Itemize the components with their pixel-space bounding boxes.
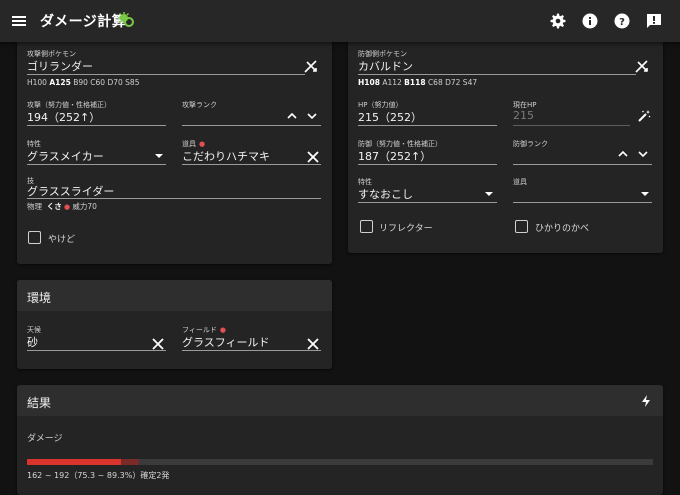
defender-stat-a: A112 — [382, 78, 402, 87]
app-bar: ダメージ計算 ? — [0, 0, 680, 42]
rank-down-icon[interactable] — [636, 147, 650, 161]
dropdown-arrow-icon[interactable] — [482, 187, 496, 201]
defender-ability-select[interactable]: すなおこし — [358, 186, 413, 202]
defender-stat-rest: C68 D72 S47 — [427, 78, 478, 87]
attacker-stat-rest: B90 C60 D70 S85 — [73, 78, 140, 87]
environment-header — [17, 280, 332, 311]
rank-up-icon[interactable] — [616, 147, 630, 161]
dropdown-arrow-icon[interactable] — [638, 187, 652, 201]
light-screen-checkbox[interactable] — [515, 220, 528, 233]
attack-stat-underline — [27, 125, 166, 126]
burn-checkbox[interactable] — [28, 231, 41, 244]
result-header — [17, 385, 663, 416]
environment-title: 環境 — [27, 291, 52, 305]
current-hp-input[interactable]: 215 — [513, 109, 534, 122]
move-info: 物理 くさ ● 威力70 — [27, 202, 97, 211]
defender-item-underline — [513, 202, 652, 203]
svg-text:?: ? — [619, 17, 625, 28]
defender-base-stats: H108 A112 B118 C68 D72 S47 — [358, 78, 477, 87]
damage-label: ダメージ — [27, 434, 63, 444]
defense-stat-input[interactable]: 187（252↑） — [358, 148, 431, 164]
defender-ability-underline — [358, 202, 497, 203]
move-power: 威力70 — [72, 202, 97, 211]
dropdown-arrow-icon[interactable] — [152, 149, 166, 163]
hp-underline — [358, 125, 497, 126]
attacker-stat-h: H100 — [27, 78, 47, 87]
damage-bar-min — [27, 459, 122, 465]
weather-input[interactable]: 砂 — [27, 334, 38, 350]
move-type: くさ — [46, 202, 62, 211]
defender-pokemon-underline — [358, 74, 636, 75]
bolt-icon[interactable] — [639, 394, 653, 408]
info-icon[interactable] — [581, 12, 599, 30]
rank-down-icon[interactable] — [305, 109, 319, 123]
hp-input[interactable]: 215（252） — [358, 109, 422, 125]
clear-weather-icon[interactable] — [151, 337, 165, 351]
clear-item-icon[interactable] — [306, 150, 320, 164]
clear-field-icon[interactable] — [306, 337, 320, 351]
defender-stat-b: B118 — [404, 78, 426, 87]
defense-rank-label: 防御ランク — [513, 140, 548, 148]
attacker-base-stats: H100 A125 B90 C60 D70 S85 — [27, 78, 139, 87]
settings-icon[interactable] — [549, 12, 567, 30]
help-icon[interactable]: ? — [613, 12, 631, 30]
defender-card: 防御側ポケモン カバルドン H108 A112 B118 C68 D72 S47… — [348, 36, 663, 253]
reflect-checkbox[interactable] — [360, 220, 373, 233]
light-screen-label: ひかりのかべ — [535, 224, 590, 234]
reflect-label: リフレクター — [379, 224, 433, 234]
attacker-pokemon-underline — [27, 74, 305, 75]
logo-icon — [117, 11, 135, 29]
defender-pokemon-input[interactable]: カバルドン — [358, 58, 413, 74]
result-card: 結果 ダメージ 162 ~ 192（75.3 ~ 89.3%）確定2発 — [17, 385, 663, 495]
current-hp-underline — [513, 125, 630, 126]
move-input[interactable]: グラススライダー — [27, 183, 114, 199]
environment-card: 環境 天候 砂 フィールド ● グラスフィールド — [17, 280, 332, 369]
attacker-ability-underline — [27, 164, 166, 165]
attack-rank-label: 攻撃ランク — [182, 101, 217, 109]
damage-bar — [27, 459, 653, 465]
field-input[interactable]: グラスフィールド — [182, 334, 270, 350]
menu-icon[interactable] — [10, 12, 28, 30]
swap-icon[interactable] — [304, 60, 318, 74]
attacker-stat-a: A125 — [49, 78, 71, 87]
burn-label: やけど — [48, 235, 76, 245]
damage-text: 162 ~ 192（75.3 ~ 89.3%）確定2発 — [27, 471, 170, 480]
attack-rank-underline — [182, 125, 321, 126]
app-title: ダメージ計算 — [40, 14, 127, 30]
attacker-item-underline — [182, 164, 321, 165]
defense-stat-underline — [358, 164, 497, 165]
defender-item-label: 道具 — [513, 178, 527, 186]
attacker-item-input[interactable]: こだわりハチマキ — [182, 148, 270, 164]
field-underline — [182, 350, 321, 351]
attack-stat-input[interactable]: 194（252↑） — [27, 109, 100, 125]
result-title: 結果 — [27, 396, 52, 410]
defense-rank-underline — [513, 164, 652, 165]
weather-underline — [27, 350, 166, 351]
defender-stat-h: H108 — [358, 78, 380, 87]
attacker-pokemon-input[interactable]: ゴリランダー — [27, 58, 93, 74]
attacker-ability-select[interactable]: グラスメイカー — [27, 148, 104, 164]
feedback-icon[interactable] — [645, 12, 663, 30]
move-underline — [27, 198, 321, 199]
move-category: 物理 — [27, 202, 42, 211]
attacker-card: 攻撃側ポケモン ゴリランダー H100 A125 B90 C60 D70 S85… — [17, 36, 332, 264]
rank-up-icon[interactable] — [285, 109, 299, 123]
swap-icon[interactable] — [635, 60, 649, 74]
magic-wand-icon[interactable] — [637, 109, 651, 123]
